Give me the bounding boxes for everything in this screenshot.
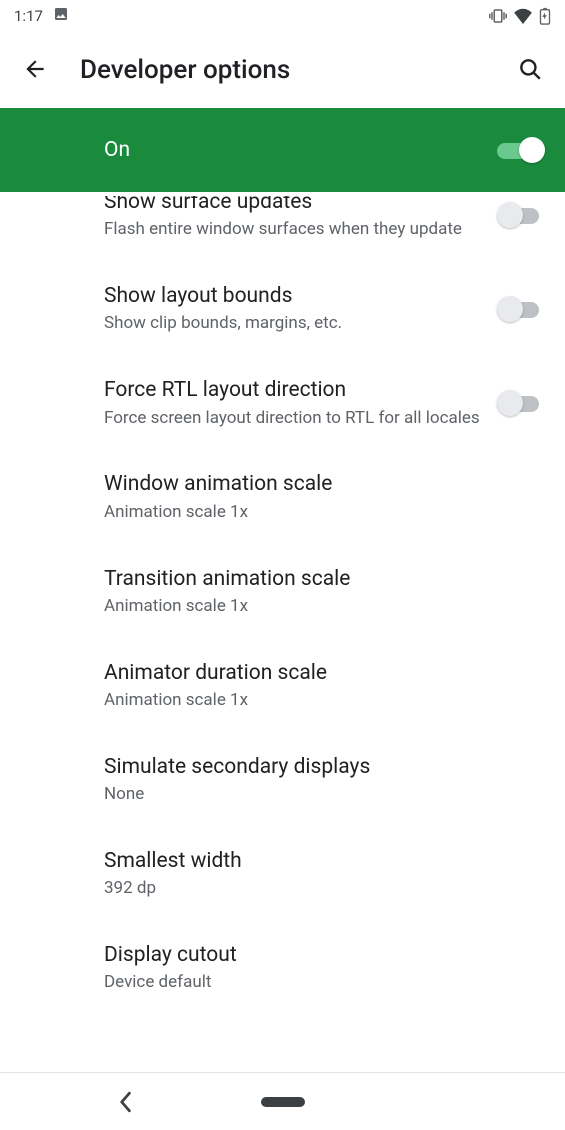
battery-icon	[539, 7, 551, 25]
settings-row[interactable]: Show surface updatesFlash entire window …	[0, 196, 565, 262]
row-subtitle: Show clip bounds, margins, etc.	[104, 312, 481, 336]
row-title: Show layout bounds	[104, 282, 481, 310]
row-subtitle: Animation scale 1x	[104, 501, 527, 525]
row-title: Show surface updates	[104, 196, 481, 216]
settings-row[interactable]: Window animation scale Animation scale 1x	[0, 450, 565, 544]
row-subtitle: 392 dp	[104, 877, 527, 901]
row-title: Smallest width	[104, 847, 527, 875]
system-nav-bar	[0, 1072, 565, 1130]
arrow-back-icon	[22, 56, 48, 85]
settings-row[interactable]: Force RTL layout direction Force screen l…	[0, 356, 565, 450]
settings-row[interactable]: Transition animation scaleAnimation scal…	[0, 545, 565, 639]
settings-row[interactable]: Display cutoutDevice default	[0, 921, 565, 1015]
wifi-icon	[513, 8, 533, 24]
row-toggle[interactable]	[497, 295, 543, 323]
settings-row[interactable]: Show layout boundsShow clip bounds, marg…	[0, 262, 565, 356]
nav-back-icon[interactable]	[118, 1091, 132, 1113]
row-title: Transition animation scale	[104, 565, 527, 593]
master-toggle-bar[interactable]: On	[0, 108, 565, 192]
row-toggle[interactable]	[497, 201, 543, 229]
status-bar: 1:17	[0, 0, 565, 32]
row-subtitle: Animation scale 1x	[104, 689, 527, 713]
settings-row[interactable]: Smallest width392 dp	[0, 827, 565, 921]
row-title: Simulate secondary displays	[104, 753, 527, 781]
settings-list[interactable]: Show surface updatesFlash entire window …	[0, 196, 565, 1130]
master-toggle-label: On	[104, 138, 497, 162]
nav-home-pill[interactable]	[261, 1097, 305, 1107]
row-subtitle: Force screen layout direction to RTL for…	[104, 407, 481, 431]
row-title: Window animation scale	[104, 470, 527, 498]
image-icon	[53, 6, 69, 26]
search-button[interactable]	[513, 53, 547, 87]
app-bar: Developer options	[0, 32, 565, 108]
search-icon	[517, 56, 543, 85]
page-title: Developer options	[80, 55, 485, 85]
row-title: Display cutout	[104, 941, 527, 969]
master-toggle-switch[interactable]	[497, 136, 543, 164]
status-time: 1:17	[14, 7, 43, 25]
settings-row[interactable]: Animator duration scaleAnimation scale 1…	[0, 639, 565, 733]
back-button[interactable]	[18, 53, 52, 87]
row-subtitle: Flash entire window surfaces when they u…	[104, 218, 481, 242]
row-toggle[interactable]	[497, 389, 543, 417]
vibrate-icon	[489, 7, 507, 25]
settings-row[interactable]: Simulate secondary displaysNone	[0, 733, 565, 827]
row-subtitle: None	[104, 783, 527, 807]
row-subtitle: Device default	[104, 971, 527, 995]
row-subtitle: Animation scale 1x	[104, 595, 527, 619]
row-title: Animator duration scale	[104, 659, 527, 687]
row-title: Force RTL layout direction	[104, 376, 481, 404]
